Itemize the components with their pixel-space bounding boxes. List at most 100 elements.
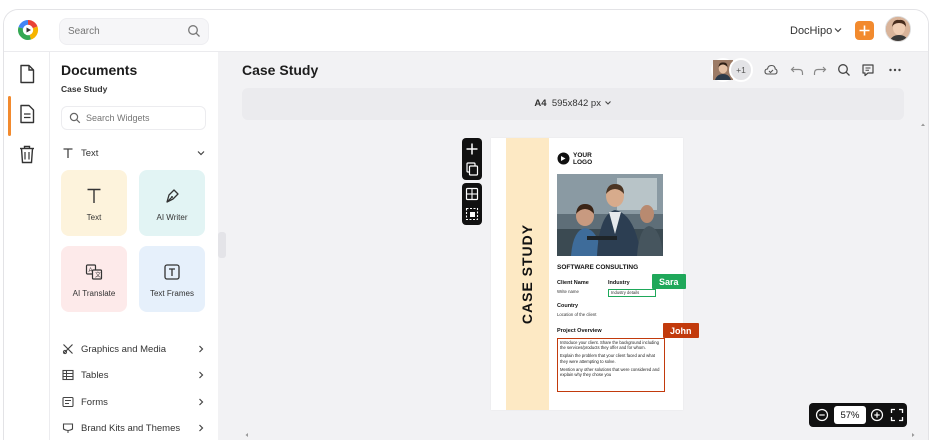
logo-text[interactable]: YOUR LOGO [573,152,592,166]
chevron-down-icon [604,101,611,106]
create-new-button[interactable] [855,21,874,40]
grid-layout-icon[interactable] [462,184,482,204]
page-heading[interactable]: SOFTWARE CONSULTING [557,264,638,271]
section-graphics-media[interactable]: Graphics and Media [61,340,206,358]
rail-widgets[interactable] [8,96,46,136]
rail-trash[interactable] [8,136,46,172]
horizontal-scrollbar[interactable] [244,432,916,438]
page-dimensions: 595x842 px [551,98,601,109]
chevron-right-icon [199,398,204,406]
collaborator-tag-sara: Sara [652,274,686,289]
undo-icon[interactable] [790,63,804,77]
translate-icon: A文 [83,261,105,283]
vertical-title[interactable]: CASE STUDY [506,138,549,410]
overview-label[interactable]: Project Overview [557,328,602,334]
more-collaborators-count: +1 [729,58,753,82]
text-section-label: Text [81,147,99,159]
pen-nib-icon [161,185,183,207]
widget-tile-text[interactable]: Text [61,170,127,236]
graphics-icon [61,342,75,356]
country-value[interactable]: Location of the client [557,312,596,317]
trash-icon [20,145,34,164]
comment-icon[interactable] [861,63,875,77]
office-meeting-image [557,174,663,256]
section-brand-kits[interactable]: Brand Kits and Themes [61,419,206,437]
user-avatar[interactable] [885,16,911,42]
client-name-label[interactable]: Client Name [557,280,589,286]
page-size-selector[interactable]: A4 595x842 px [242,98,904,109]
vertical-scrollbar[interactable] [920,122,926,438]
client-name-value[interactable]: Write name [557,289,579,294]
zoom-level[interactable]: 57% [834,406,866,424]
file-text-icon [20,104,35,124]
zoom-control: 57% [809,403,907,427]
text-icon [61,146,75,160]
user-photo [886,17,910,41]
panel-collapse-handle[interactable] [218,232,226,258]
page-format: A4 [534,98,547,109]
collaborator-tag-john: John [663,323,699,338]
text-frame-icon [161,261,183,283]
page-layout-tools [462,183,482,225]
overview-text-block[interactable]: Introduce your client. Share the backgro… [557,338,665,392]
widgets-panel: Documents Case Study Text Text [50,52,218,440]
tile-label: Text Frames [149,288,194,298]
overview-paragraph: Introduce your client. Share the backgro… [560,340,659,351]
overview-paragraph: Mention any other solutions that were co… [560,366,660,378]
team-photo[interactable] [557,174,663,256]
section-label: Graphics and Media [81,343,167,355]
page-size-bar: A4 595x842 px [242,88,904,120]
chevron-right-icon [199,345,204,353]
text-section-header[interactable]: Text [61,144,206,162]
more-options-icon[interactable] [888,63,902,77]
zoom-out-icon[interactable] [815,408,829,422]
section-label: Forms [81,396,108,408]
app-logo[interactable] [17,19,39,41]
select-area-icon[interactable] [462,204,482,224]
industry-label[interactable]: Industry [608,280,630,286]
chevron-right-icon [199,371,204,379]
redo-icon[interactable] [813,63,827,77]
company-logo-icon[interactable] [557,152,570,165]
brand-kit-icon [61,421,75,435]
table-icon [61,368,75,382]
collaborators-group[interactable]: +1 [711,58,757,82]
widget-search[interactable] [61,106,206,130]
widget-tile-text-frames[interactable]: Text Frames [139,246,205,312]
widget-search-input[interactable] [86,107,201,129]
chevron-right-icon [199,424,204,432]
cloud-save-icon[interactable] [764,63,778,77]
global-search-input[interactable] [68,19,183,44]
section-label: Brand Kits and Themes [81,422,181,434]
duplicate-page-icon[interactable] [462,159,482,179]
widget-tile-ai-translate[interactable]: A文 AI Translate [61,246,127,312]
overview-paragraph: Explain the problem that your client fac… [560,353,655,364]
text-icon [83,185,105,207]
panel-subtitle: Case Study [61,84,108,94]
add-page-icon[interactable] [462,139,482,159]
form-icon [61,395,75,409]
section-forms[interactable]: Forms [61,393,206,411]
document-icon [20,64,35,84]
search-icon [69,112,81,124]
country-label[interactable]: Country [557,303,578,309]
fullscreen-icon[interactable] [890,408,904,422]
left-rail [4,52,50,440]
chevron-down-icon[interactable] [833,24,843,36]
page-add-tools [462,138,482,180]
search-icon[interactable] [187,24,201,38]
document-title[interactable]: Case Study [242,62,318,78]
widget-tile-ai-writer[interactable]: AI Writer [139,170,205,236]
section-tables[interactable]: Tables [61,366,206,384]
svg-text:文: 文 [95,271,101,279]
svg-text:A: A [89,268,93,274]
search-icon[interactable] [837,63,851,77]
chevron-down-icon [197,151,205,156]
tile-label: Text [86,212,102,222]
panel-title: Documents [61,62,138,78]
industry-value[interactable]: Industry details [608,289,656,297]
zoom-in-icon[interactable] [870,408,884,422]
global-search[interactable] [59,18,209,45]
rail-documents[interactable] [8,56,46,92]
workspace-name[interactable]: DocHipo [790,25,832,37]
